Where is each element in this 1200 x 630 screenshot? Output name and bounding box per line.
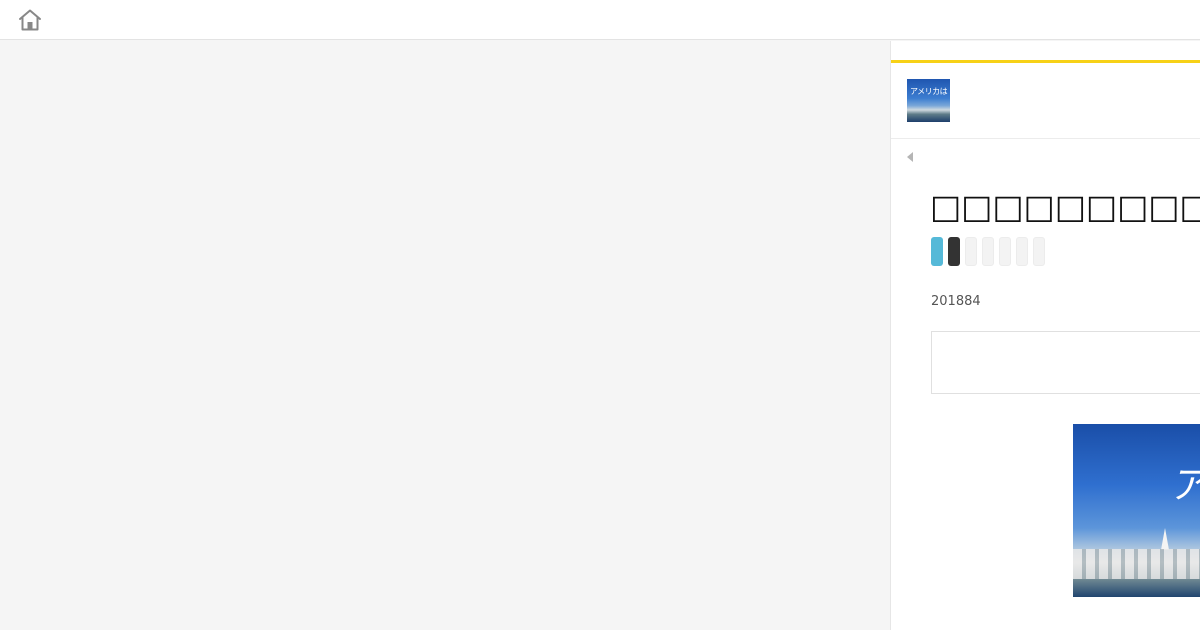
home-button[interactable] [17,8,43,32]
post-image-title-text: アメ [1169,454,1200,509]
harbor-shape [1073,549,1200,579]
share-placeholder-5-button[interactable] [1033,237,1045,266]
lighthouse-shape [1161,528,1169,550]
share-hatena-button[interactable] [948,237,960,266]
share-placeholder-4-button[interactable] [1016,237,1028,266]
blog-side-panel: アメリカは いつも夢見て □□□□□□□□□□□□□□□□□ 201884 アメ [890,41,1200,630]
share-placeholder-3-button[interactable] [999,237,1011,266]
ad-box [931,331,1200,394]
blog-icon-text: アメリカは いつも夢見て [910,87,950,96]
post-date: 201884 [931,294,981,309]
top-bar [0,0,1200,40]
share-twitter-button[interactable] [931,237,943,266]
main-content-area [0,41,890,630]
share-placeholder-2-button[interactable] [982,237,994,266]
post-image[interactable]: アメ [1073,424,1200,597]
share-placeholder-1-button[interactable] [965,237,977,266]
post-title[interactable]: □□□□□□□□□□□□□□□□□ [930,187,1200,226]
panel-header: アメリカは いつも夢見て [891,63,1200,139]
blog-icon[interactable]: アメリカは いつも夢見て [907,79,950,122]
caret-left-icon[interactable] [907,152,913,162]
home-icon [19,9,41,31]
